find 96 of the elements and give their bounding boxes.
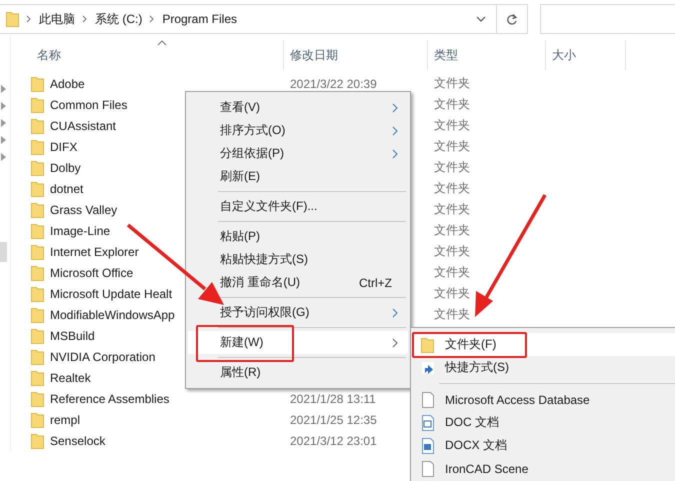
file-name[interactable]: CUAssistant [50, 118, 116, 132]
file-name[interactable]: NVIDIA Corporation [50, 350, 156, 364]
file-type: 文件夹 [434, 118, 470, 132]
menu-item[interactable]: 撤消 重命名(U) Ctrl+Z [188, 271, 408, 294]
file-type: 文件夹 [434, 181, 470, 195]
file-type: 文件夹 [434, 223, 470, 237]
menu-item[interactable]: IronCAD Scene [413, 457, 675, 480]
file-name[interactable]: Senselock [50, 434, 106, 448]
file-name[interactable]: Common Files [50, 98, 128, 112]
file-type: 文件夹 [434, 265, 470, 279]
refresh-icon [506, 12, 518, 26]
breadcrumb[interactable]: 此电脑 [39, 10, 75, 28]
file-type: 文件夹 [434, 307, 470, 321]
file-icon [421, 392, 435, 408]
menu-item[interactable]: 属性(R) [188, 361, 408, 384]
menu-item[interactable]: 授予访问权限(G) [188, 301, 408, 324]
menu-item[interactable]: 文件夹(F) [413, 333, 675, 356]
menu-item[interactable]: 粘贴(P) [188, 225, 408, 248]
modified-date: 2021/1/25 12:35 [290, 412, 377, 426]
chevron-icon[interactable] [1, 136, 6, 144]
folder-icon [421, 336, 435, 352]
file-name[interactable]: Microsoft Update Healt [50, 286, 172, 300]
chevron-icon [82, 15, 88, 23]
column-header[interactable]: 类型 [428, 40, 546, 70]
menu-item[interactable]: 查看(V) [188, 96, 408, 119]
file-name[interactable]: Image-Line [50, 224, 110, 238]
folder-icon [31, 390, 44, 406]
file-name[interactable]: Internet Explorer [50, 244, 139, 258]
document-icon [421, 438, 435, 454]
folder-icon [31, 96, 44, 112]
chevron-icon[interactable] [1, 119, 6, 127]
folder-icon [31, 264, 44, 280]
file-name[interactable]: Adobe [50, 76, 85, 90]
chevron-icon [26, 15, 32, 23]
menu-item[interactable]: DOC 文档 [413, 411, 675, 434]
document-icon [421, 414, 435, 430]
folder-icon [31, 328, 44, 344]
file-type: 文件夹 [434, 160, 470, 174]
file-name[interactable]: Microsoft Office [50, 266, 134, 280]
folder-icon [31, 370, 44, 386]
modified-date: 2021/1/28 13:11 [290, 392, 376, 406]
chevron-icon[interactable] [1, 85, 6, 93]
file-name[interactable]: dotnet [50, 182, 84, 196]
file-type: 文件夹 [434, 76, 470, 90]
dropdown-icon[interactable] [476, 16, 486, 22]
file-icon [421, 460, 435, 476]
folder-icon [31, 160, 44, 176]
shortcut-icon [421, 360, 435, 376]
modified-date: 2021/3/12 23:01 [290, 434, 377, 448]
folder-icon [31, 306, 44, 322]
file-type: 文件夹 [434, 97, 470, 111]
file-name[interactable]: ModifiableWindowsApp [50, 308, 175, 322]
chevron-icon [149, 15, 156, 23]
breadcrumb[interactable]: 系统 (C:) [95, 10, 142, 28]
folder-icon [31, 286, 44, 302]
file-name[interactable]: MSBuild [50, 328, 95, 342]
folder-icon [31, 412, 44, 428]
folder-icon [31, 222, 44, 238]
folder-icon [31, 244, 44, 260]
folder-icon [31, 180, 44, 196]
modified-date: 2021/3/22 20:39 [290, 76, 377, 90]
folder-icon [31, 76, 44, 92]
file-name[interactable]: Reference Assemblies [50, 392, 170, 406]
folder-icon [6, 11, 19, 27]
shortcut-label: Ctrl+Z [359, 276, 392, 290]
menu-item[interactable]: 刷新(E) [188, 165, 408, 188]
file-name[interactable]: Dolby [50, 160, 81, 174]
menu-item[interactable]: 新建(W) [188, 331, 408, 354]
column-header[interactable]: 大小 [546, 40, 626, 70]
breadcrumb[interactable]: Program Files [162, 12, 238, 26]
file-type: 文件夹 [434, 202, 470, 216]
folder-icon [31, 138, 44, 154]
menu-item[interactable]: 快捷方式(S) [413, 356, 675, 379]
chevron-icon[interactable] [1, 153, 6, 161]
file-type: 文件夹 [434, 139, 470, 153]
folder-icon [31, 348, 44, 364]
menu-item[interactable]: Microsoft Access Database [413, 388, 675, 411]
column-header[interactable]: 名称 [31, 40, 284, 70]
chevron-icon[interactable] [1, 102, 6, 110]
file-name[interactable]: DIFX [50, 140, 78, 154]
file-type: 文件夹 [434, 286, 470, 300]
menu-item[interactable]: 分组依据(P) [188, 142, 408, 165]
column-header[interactable]: 修改日期 [284, 40, 428, 70]
menu-item[interactable]: 自定义文件夹(F)... [188, 195, 408, 218]
menu-item[interactable]: 排序方式(O) [188, 119, 408, 142]
search-field[interactable] [540, 4, 675, 34]
folder-icon [31, 202, 44, 218]
file-name[interactable]: rempl [50, 412, 80, 426]
file-name[interactable]: Realtek [50, 370, 91, 384]
folder-icon [31, 432, 44, 448]
menu-item[interactable]: DOCX 文档 [413, 434, 675, 457]
menu-item[interactable]: 粘贴快捷方式(S) [188, 248, 408, 271]
file-name[interactable]: Grass Valley [50, 202, 118, 216]
folder-icon [31, 118, 44, 134]
selection-highlight [0, 242, 7, 262]
file-type: 文件夹 [434, 244, 470, 258]
